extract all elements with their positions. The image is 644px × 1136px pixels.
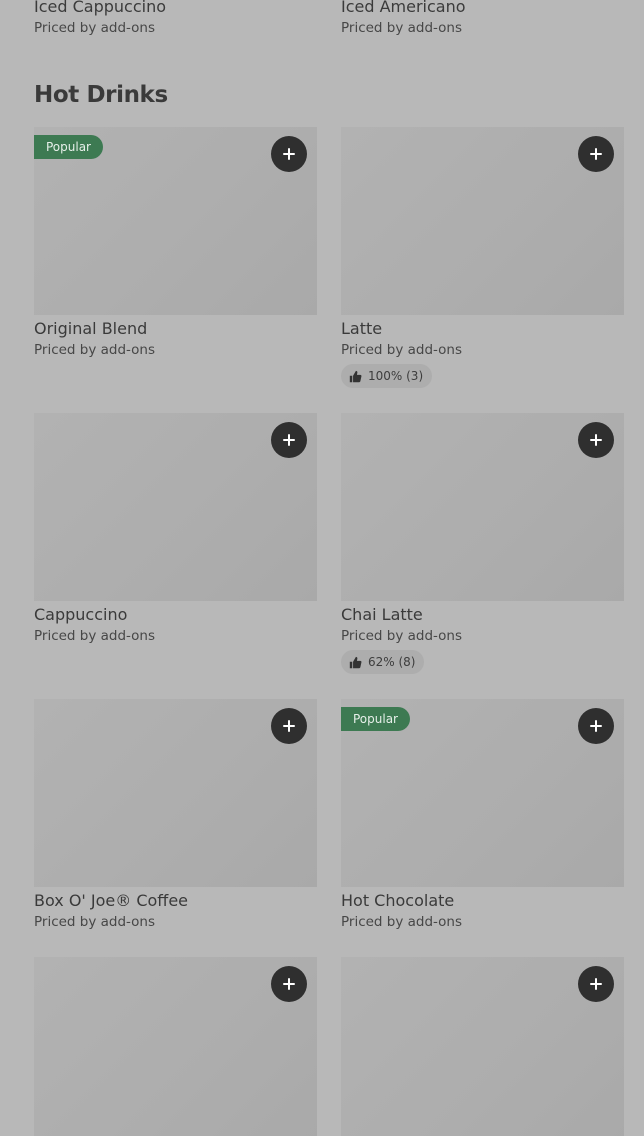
plus-icon xyxy=(590,148,602,160)
add-to-cart-button[interactable] xyxy=(578,708,614,744)
plus-icon xyxy=(590,978,602,990)
add-to-cart-button[interactable] xyxy=(271,136,307,172)
menu-item-card[interactable]: Popular Original Blend Priced by add-ons xyxy=(34,127,317,358)
thumbs-up-icon xyxy=(349,656,362,668)
plus-icon xyxy=(283,148,295,160)
item-price: Priced by add-ons xyxy=(34,342,156,358)
section-title: Hot Drinks xyxy=(34,82,168,108)
item-image[interactable] xyxy=(34,699,317,887)
menu-item-card[interactable]: Chai Latte Priced by add-ons 62% (8) xyxy=(341,413,624,674)
item-name: Original Blend xyxy=(34,319,148,338)
plus-icon xyxy=(283,434,295,446)
item-image[interactable] xyxy=(341,957,624,1136)
plus-icon xyxy=(590,720,602,732)
rating-badge: 100% (3) xyxy=(341,364,433,388)
menu-item-card[interactable]: Cappuccino Priced by add-ons xyxy=(34,413,317,644)
item-name: Latte xyxy=(341,319,383,338)
item-image[interactable]: Popular xyxy=(341,699,624,887)
add-to-cart-button[interactable] xyxy=(271,422,307,458)
menu-item-card[interactable]: Box O' Joe® Coffee Priced by add-ons xyxy=(34,699,317,930)
popular-badge: Popular xyxy=(34,135,103,159)
plus-icon xyxy=(283,720,295,732)
plus-icon xyxy=(283,978,295,990)
item-name: Cappuccino xyxy=(34,605,128,624)
item-price: Priced by add-ons xyxy=(34,20,156,36)
menu-item-card[interactable]: Latte Priced by add-ons 100% (3) xyxy=(341,127,624,388)
item-price: Priced by add-ons xyxy=(34,914,156,930)
item-name: Box O' Joe® Coffee xyxy=(34,891,189,910)
add-to-cart-button[interactable] xyxy=(578,136,614,172)
item-name: Chai Latte xyxy=(341,605,423,624)
item-image[interactable] xyxy=(34,413,317,601)
thumbs-up-icon xyxy=(349,370,362,382)
add-to-cart-button[interactable] xyxy=(578,966,614,1002)
menu-item-card[interactable]: Iced Americano Priced by add-ons xyxy=(341,0,624,36)
item-image[interactable]: Popular xyxy=(34,127,317,315)
rating-text: 62% (8) xyxy=(368,655,416,669)
rating-text: 100% (3) xyxy=(368,369,424,383)
item-name: Hot Chocolate xyxy=(341,891,455,910)
add-to-cart-button[interactable] xyxy=(271,708,307,744)
item-price: Priced by add-ons xyxy=(341,20,463,36)
item-price: Priced by add-ons xyxy=(34,628,156,644)
add-to-cart-button[interactable] xyxy=(578,422,614,458)
item-price: Priced by add-ons xyxy=(341,628,463,644)
menu-item-card[interactable] xyxy=(341,957,624,1136)
item-image[interactable] xyxy=(341,127,624,315)
item-image[interactable] xyxy=(34,957,317,1136)
item-name: Iced Americano xyxy=(341,0,466,16)
item-name: Iced Cappuccino xyxy=(34,0,166,16)
item-image[interactable] xyxy=(341,413,624,601)
menu-item-card[interactable]: Iced Cappuccino Priced by add-ons xyxy=(34,0,317,36)
add-to-cart-button[interactable] xyxy=(271,966,307,1002)
rating-badge: 62% (8) xyxy=(341,650,425,674)
plus-icon xyxy=(590,434,602,446)
popular-badge: Popular xyxy=(341,707,410,731)
item-price: Priced by add-ons xyxy=(341,342,463,358)
menu-item-card[interactable]: Popular Hot Chocolate Priced by add-ons xyxy=(341,699,624,930)
menu-page: Iced Cappuccino Priced by add-ons Iced A… xyxy=(0,0,644,1136)
item-price: Priced by add-ons xyxy=(341,914,463,930)
menu-item-card[interactable] xyxy=(34,957,317,1136)
